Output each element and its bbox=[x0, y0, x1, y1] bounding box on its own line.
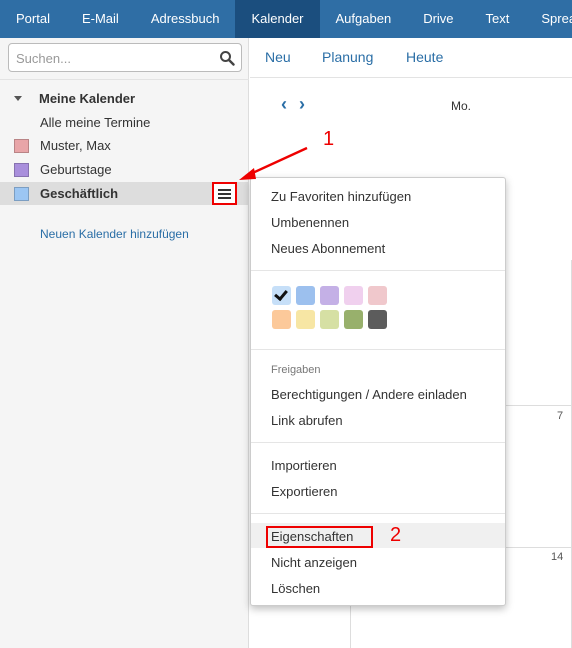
annotation-label-1: 1 bbox=[323, 128, 335, 150]
tab-calendar[interactable]: Kalender bbox=[235, 0, 320, 38]
color-swatch-green[interactable] bbox=[344, 310, 363, 329]
menu-item-import[interactable]: Importieren bbox=[271, 458, 337, 473]
sidebar: Meine Kalender Alle meine Termine Muster… bbox=[0, 38, 249, 648]
tab-address-book[interactable]: Adressbuch bbox=[135, 0, 236, 38]
sidebar-divider bbox=[0, 79, 249, 80]
color-swatch-gray[interactable] bbox=[368, 310, 387, 329]
chevron-right-icon[interactable]: › bbox=[299, 95, 305, 113]
top-navigation: Portal E-Mail Adressbuch Kalender Aufgab… bbox=[0, 0, 572, 38]
tab-drive[interactable]: Drive bbox=[407, 0, 469, 38]
sidebar-item-label: Alle meine Termine bbox=[40, 115, 151, 130]
calendar-color-swatch bbox=[14, 186, 29, 201]
today-button[interactable]: Heute bbox=[406, 49, 443, 65]
day-number: 14 bbox=[551, 551, 564, 563]
annotation-arrow bbox=[239, 146, 308, 180]
menu-item-add-to-favorites[interactable]: Zu Favoriten hinzufügen bbox=[271, 189, 411, 204]
add-calendar-link[interactable]: Neuen Kalender hinzufügen bbox=[40, 227, 189, 241]
date-navigation: ‹ › bbox=[281, 95, 305, 113]
new-button[interactable]: Neu bbox=[265, 49, 291, 65]
menu-item-hide[interactable]: Nicht anzeigen bbox=[271, 555, 357, 570]
day-header-monday: Mo. bbox=[451, 99, 472, 113]
sidebar-item-all-appointments[interactable]: Alle meine Termine bbox=[0, 111, 249, 134]
caret-down-icon[interactable] bbox=[14, 96, 22, 101]
menu-divider bbox=[251, 349, 505, 350]
calendar-label: Geschäftlich bbox=[40, 186, 119, 201]
color-swatch-yellow[interactable] bbox=[296, 310, 315, 329]
menu-section-header-shares: Freigaben bbox=[271, 364, 321, 376]
tab-email[interactable]: E-Mail bbox=[66, 0, 135, 38]
annotation-label-2: 2 bbox=[390, 524, 402, 546]
tab-spreadsheet[interactable]: Sprea bbox=[525, 0, 572, 38]
calendar-toolbar: Neu Planung Heute bbox=[250, 38, 572, 78]
menu-divider bbox=[251, 513, 505, 514]
folder-my-calendars[interactable]: Meine Kalender bbox=[14, 91, 135, 106]
menu-item-properties[interactable]: Eigenschaften bbox=[271, 529, 353, 544]
color-swatch-blue[interactable] bbox=[296, 286, 315, 305]
calendar-label: Muster, Max bbox=[40, 138, 111, 153]
menu-item-export[interactable]: Exportieren bbox=[271, 484, 337, 499]
menu-divider bbox=[251, 270, 505, 271]
checkmark-icon bbox=[274, 286, 288, 302]
color-swatch-light-blue[interactable] bbox=[272, 286, 291, 305]
menu-item-permissions[interactable]: Berechtigungen / Andere einladen bbox=[271, 387, 467, 402]
calendar-color-swatch bbox=[14, 138, 29, 153]
search-input[interactable] bbox=[16, 49, 211, 67]
calendar-item-muster-max[interactable]: Muster, Max bbox=[0, 134, 249, 157]
tab-tasks[interactable]: Aufgaben bbox=[320, 0, 408, 38]
color-swatch-light-green[interactable] bbox=[320, 310, 339, 329]
calendar-item-geburtstage[interactable]: Geburtstage bbox=[0, 158, 249, 181]
color-swatch-rose[interactable] bbox=[368, 286, 387, 305]
color-swatch-pink[interactable] bbox=[344, 286, 363, 305]
tab-portal[interactable]: Portal bbox=[0, 0, 66, 38]
calendar-context-menu: Zu Favoriten hinzufügen Umbenennen Neues… bbox=[250, 177, 506, 606]
day-number: 7 bbox=[557, 410, 564, 422]
hamburger-icon bbox=[218, 188, 231, 199]
color-swatch-purple[interactable] bbox=[320, 286, 339, 305]
menu-item-new-subscription[interactable]: Neues Abonnement bbox=[271, 241, 385, 256]
menu-divider bbox=[251, 442, 505, 443]
calendar-color-swatch bbox=[14, 162, 29, 177]
tab-text[interactable]: Text bbox=[470, 0, 526, 38]
menu-item-get-link[interactable]: Link abrufen bbox=[271, 413, 343, 428]
folder-title: Meine Kalender bbox=[39, 91, 136, 106]
calendar-options-menu-button[interactable] bbox=[212, 182, 237, 205]
chevron-left-icon[interactable]: ‹ bbox=[281, 95, 287, 113]
menu-item-delete[interactable]: Löschen bbox=[271, 581, 320, 596]
search-box bbox=[8, 43, 242, 72]
menu-item-rename[interactable]: Umbenennen bbox=[271, 215, 349, 230]
calendar-label: Geburtstage bbox=[40, 162, 112, 177]
search-icon[interactable] bbox=[219, 50, 235, 66]
color-swatch-orange[interactable] bbox=[272, 310, 291, 329]
planning-button[interactable]: Planung bbox=[322, 49, 373, 65]
